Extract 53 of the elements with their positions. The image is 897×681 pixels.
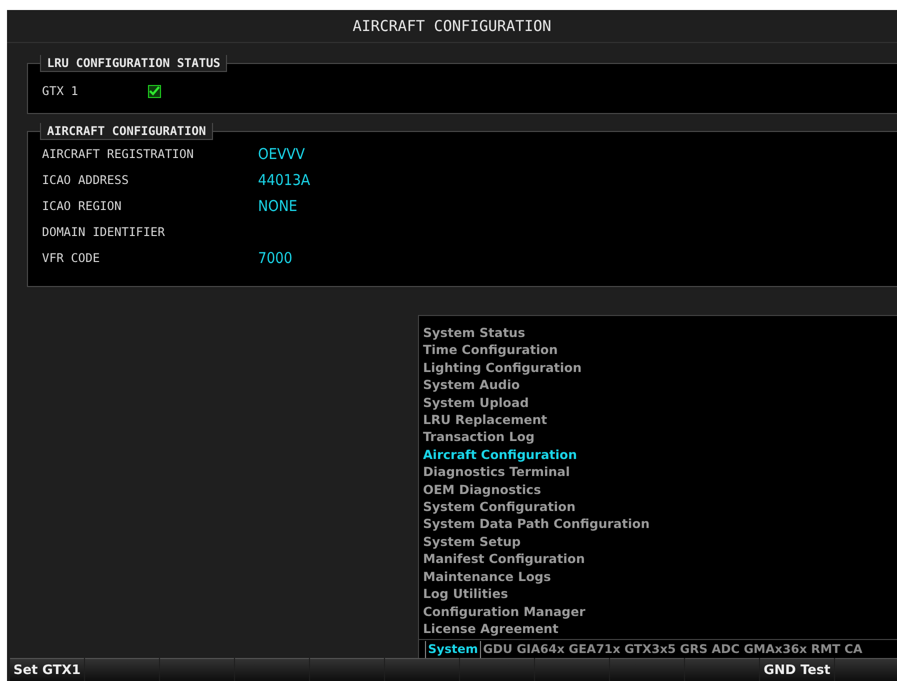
menu-item[interactable]: System Status — [419, 324, 526, 342]
menu-item[interactable]: Lighting Configuration — [419, 358, 582, 376]
menu-item[interactable]: Diagnostics Terminal — [419, 463, 570, 481]
panel-legend: AIRCRAFT CONFIGURATION — [40, 123, 213, 140]
menu-tab[interactable]: GIA64x — [514, 641, 567, 658]
softkey[interactable] — [610, 658, 684, 681]
menu-tab[interactable]: System — [425, 641, 481, 658]
softkey[interactable]: GND Test — [760, 658, 834, 681]
menu-item[interactable]: OEM Diagnostics — [419, 480, 542, 498]
softkey[interactable] — [835, 658, 897, 681]
field-label: DOMAIN IDENTIFIER — [42, 225, 166, 239]
menu-item[interactable]: System Setup — [419, 532, 521, 550]
menu-item[interactable]: Configuration Manager — [419, 602, 586, 620]
menu-item[interactable]: System Upload — [419, 394, 529, 412]
menu-item[interactable]: Aircraft Configuration — [419, 446, 578, 464]
menu-tab[interactable]: RMT — [808, 641, 842, 658]
softkey[interactable] — [535, 658, 609, 681]
softkey[interactable] — [310, 658, 384, 681]
menu-item[interactable]: System Data Path Configuration — [419, 515, 650, 533]
softkey[interactable] — [235, 658, 309, 681]
menu-tab[interactable]: GTX3x5 — [622, 641, 678, 658]
softkey[interactable] — [85, 658, 159, 681]
field-label: ICAO REGION — [42, 199, 122, 213]
softkey[interactable] — [160, 658, 234, 681]
field-value[interactable]: 44013A — [258, 171, 310, 189]
menu-tab[interactable]: GDU — [481, 641, 515, 658]
menu-tab[interactable]: ADC — [710, 641, 742, 658]
lru-label: GTX 1 — [42, 84, 80, 98]
softkey[interactable] — [385, 658, 459, 681]
menu-item[interactable]: License Agreement — [419, 620, 558, 638]
menu-item[interactable]: Maintenance Logs — [419, 568, 551, 586]
menu-tab[interactable]: GEA71x — [566, 641, 622, 658]
menu-item[interactable]: Time Configuration — [419, 341, 558, 359]
panel-legend: LRU CONFIGURATION STATUS — [40, 55, 228, 72]
softkey[interactable] — [685, 658, 759, 681]
menu-item[interactable]: System Configuration — [419, 498, 576, 516]
menu-item[interactable]: Transaction Log — [419, 428, 535, 446]
softkey[interactable]: Set GTX1 — [10, 658, 84, 681]
field-value[interactable]: NONE — [258, 197, 298, 215]
menu-tab[interactable]: GRS — [678, 641, 710, 658]
menu-item[interactable]: LRU Replacement — [419, 411, 548, 428]
field-value[interactable]: 7000 — [258, 249, 292, 267]
field-label: ICAO ADDRESS — [42, 173, 130, 187]
field-label: VFR CODE — [42, 251, 101, 265]
field-label: AIRCRAFT REGISTRATION — [42, 147, 195, 161]
menu-item[interactable]: System Audio — [419, 376, 520, 394]
field-value[interactable]: OEVVV — [258, 145, 305, 163]
menu-item[interactable]: Manifest Configuration — [419, 550, 585, 568]
softkey[interactable] — [460, 658, 534, 681]
menu-tab[interactable]: CA — [842, 641, 864, 658]
menu-tab[interactable]: GMAx36x — [742, 641, 809, 658]
page-title: AIRCRAFT CONFIGURATION — [352, 17, 552, 35]
menu-item[interactable]: Log Utilities — [419, 585, 508, 602]
